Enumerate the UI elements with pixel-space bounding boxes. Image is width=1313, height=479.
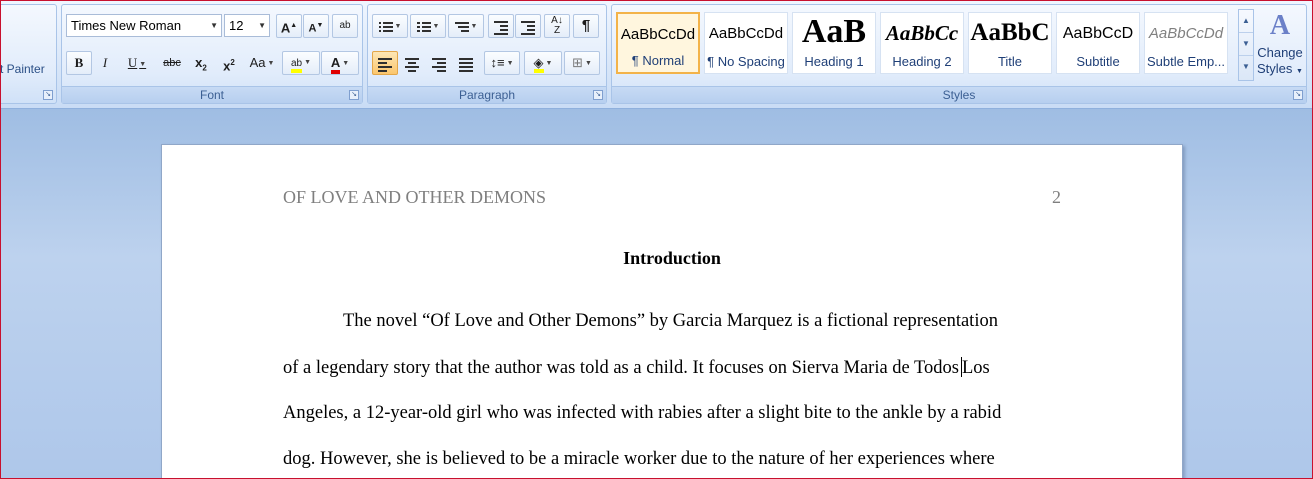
font-size-value: 12 xyxy=(229,18,244,33)
sort-button[interactable]: A↓ Z xyxy=(544,14,570,38)
clear-formatting-button[interactable]: ab xyxy=(332,14,358,38)
increase-indent-icon xyxy=(521,20,535,35)
style-heading-1[interactable]: AaB Heading 1 xyxy=(792,12,876,74)
multilevel-list-button[interactable]: ▼ xyxy=(448,14,484,38)
change-styles-button[interactable]: A Change Styles ▼ xyxy=(1256,9,1304,89)
numbering-icon xyxy=(416,21,431,33)
body-text-line: Angeles, a 12-year-old girl who was infe… xyxy=(283,403,1002,423)
paragraph-dialog-launcher[interactable]: ↘ xyxy=(593,90,603,100)
page-number: 2 xyxy=(1052,187,1061,207)
align-center-icon xyxy=(405,57,419,72)
line-spacing-button[interactable]: ↕≡ ▼ xyxy=(484,51,520,75)
align-right-button[interactable] xyxy=(426,51,452,75)
bullets-icon xyxy=(378,21,393,33)
clipboard-dialog-launcher[interactable]: ↘ xyxy=(43,90,53,100)
increase-indent-button[interactable] xyxy=(515,14,541,38)
font-size-combo[interactable]: 12 ▼ xyxy=(224,14,270,37)
bullets-button[interactable]: ▼ xyxy=(372,14,408,38)
multilevel-list-icon xyxy=(454,21,469,33)
font-group: Times New Roman ▼ 12 ▼ A▲ A▼ ab B I U ▼ … xyxy=(61,4,363,104)
subscript-button[interactable]: x2 xyxy=(188,51,214,75)
italic-button[interactable]: I xyxy=(92,51,118,75)
body-text-line: dog. However, she is believed to be a mi… xyxy=(283,449,995,469)
body-text-line: of a legendary story that the author was… xyxy=(283,357,990,378)
justify-button[interactable] xyxy=(453,51,479,75)
font-group-label: Font xyxy=(62,86,362,103)
gallery-down-icon[interactable]: ▼ xyxy=(1239,33,1253,56)
style-subtle-emphasis[interactable]: AaBbCcDd Subtle Emp... xyxy=(1144,12,1228,74)
chevron-down-icon: ▼ xyxy=(1296,68,1303,75)
decrease-indent-button[interactable] xyxy=(488,14,514,38)
document-heading: Introduction xyxy=(623,248,721,268)
style-subtitle[interactable]: AaBbCcD Subtitle xyxy=(1056,12,1140,74)
font-dialog-launcher[interactable]: ↘ xyxy=(349,90,359,100)
strikethrough-button[interactable]: abc xyxy=(158,51,186,75)
eraser-icon: ab xyxy=(339,20,351,31)
sort-az-icon: A↓ Z xyxy=(551,15,563,36)
font-color-button[interactable]: A ▼ xyxy=(321,51,359,75)
styles-gallery: AaBbCcDd ¶ Normal AaBbCcDd ¶ No Spacing … xyxy=(616,9,1236,79)
numbering-button[interactable]: ▼ xyxy=(410,14,446,38)
style-normal[interactable]: AaBbCcDd ¶ Normal xyxy=(616,12,700,74)
styles-group: AaBbCcDd ¶ Normal AaBbCcDd ¶ No Spacing … xyxy=(611,4,1307,104)
styles-gallery-scroll: ▲ ▼ ▼ xyxy=(1238,9,1254,81)
styles-group-label: Styles xyxy=(612,86,1306,103)
style-heading-2[interactable]: AaBbCc Heading 2 xyxy=(880,12,964,74)
show-hide-button[interactable]: ¶ xyxy=(573,14,599,38)
clipboard-group: t Painter ↘ xyxy=(1,4,57,104)
running-head: OF LOVE AND OTHER DEMONS xyxy=(283,187,547,207)
shrink-font-button[interactable]: A▼ xyxy=(303,14,329,38)
align-left-button[interactable] xyxy=(372,51,398,75)
align-left-icon xyxy=(378,57,392,72)
chevron-down-icon[interactable]: ▼ xyxy=(210,15,218,36)
paragraph-group: ▼ ▼ ▼ A↓ Z ¶ ↕≡ ▼ ◈ ▼ ⊞ ▼ Paragraph ↘ xyxy=(367,4,607,104)
style-no-spacing[interactable]: AaBbCcDd ¶ No Spacing xyxy=(704,12,788,74)
body-text-line: The novel “Of Love and Other Demons” by … xyxy=(343,311,998,331)
decrease-indent-icon xyxy=(494,20,508,35)
font-name-combo[interactable]: Times New Roman ▼ xyxy=(66,14,222,37)
underline-button[interactable]: U ▼ xyxy=(118,51,156,75)
word-window: t Painter ↘ Times New Roman ▼ 12 ▼ A▲ A▼… xyxy=(0,0,1313,479)
gallery-more-icon[interactable]: ▼ xyxy=(1239,56,1253,79)
paint-bucket-icon: ◈ xyxy=(533,56,544,73)
change-case-button[interactable]: Aa ▼ xyxy=(244,51,280,75)
line-spacing-icon: ↕≡ xyxy=(490,55,505,70)
grow-font-button[interactable]: A▲ xyxy=(276,14,302,38)
borders-icon: ⊞ xyxy=(572,55,583,70)
document-workspace: OF LOVE AND OTHER DEMONS 2 Introduction … xyxy=(1,109,1312,478)
chevron-down-icon[interactable]: ▼ xyxy=(258,15,266,36)
paragraph-group-label: Paragraph xyxy=(368,86,606,103)
ribbon: t Painter ↘ Times New Roman ▼ 12 ▼ A▲ A▼… xyxy=(1,1,1312,109)
borders-button[interactable]: ⊞ ▼ xyxy=(564,51,600,75)
highlighter-icon: ab xyxy=(290,58,303,73)
style-title[interactable]: AaBbC Title xyxy=(968,12,1052,74)
highlight-button[interactable]: ab ▼ xyxy=(282,51,320,75)
format-painter-button[interactable]: t Painter xyxy=(1,62,45,76)
shading-button[interactable]: ◈ ▼ xyxy=(524,51,562,75)
bold-button[interactable]: B xyxy=(66,51,92,75)
pilcrow-icon: ¶ xyxy=(581,17,591,34)
change-styles-icon: A xyxy=(1269,10,1291,41)
superscript-button[interactable]: x2 xyxy=(216,51,242,75)
gallery-up-icon[interactable]: ▲ xyxy=(1239,10,1253,33)
styles-dialog-launcher[interactable]: ↘ xyxy=(1293,90,1303,100)
font-color-icon: A xyxy=(330,56,341,74)
align-center-button[interactable] xyxy=(399,51,425,75)
align-right-icon xyxy=(432,57,446,72)
document-page[interactable]: OF LOVE AND OTHER DEMONS 2 Introduction … xyxy=(161,144,1183,478)
justify-icon xyxy=(459,57,473,72)
font-name-value: Times New Roman xyxy=(71,18,182,33)
